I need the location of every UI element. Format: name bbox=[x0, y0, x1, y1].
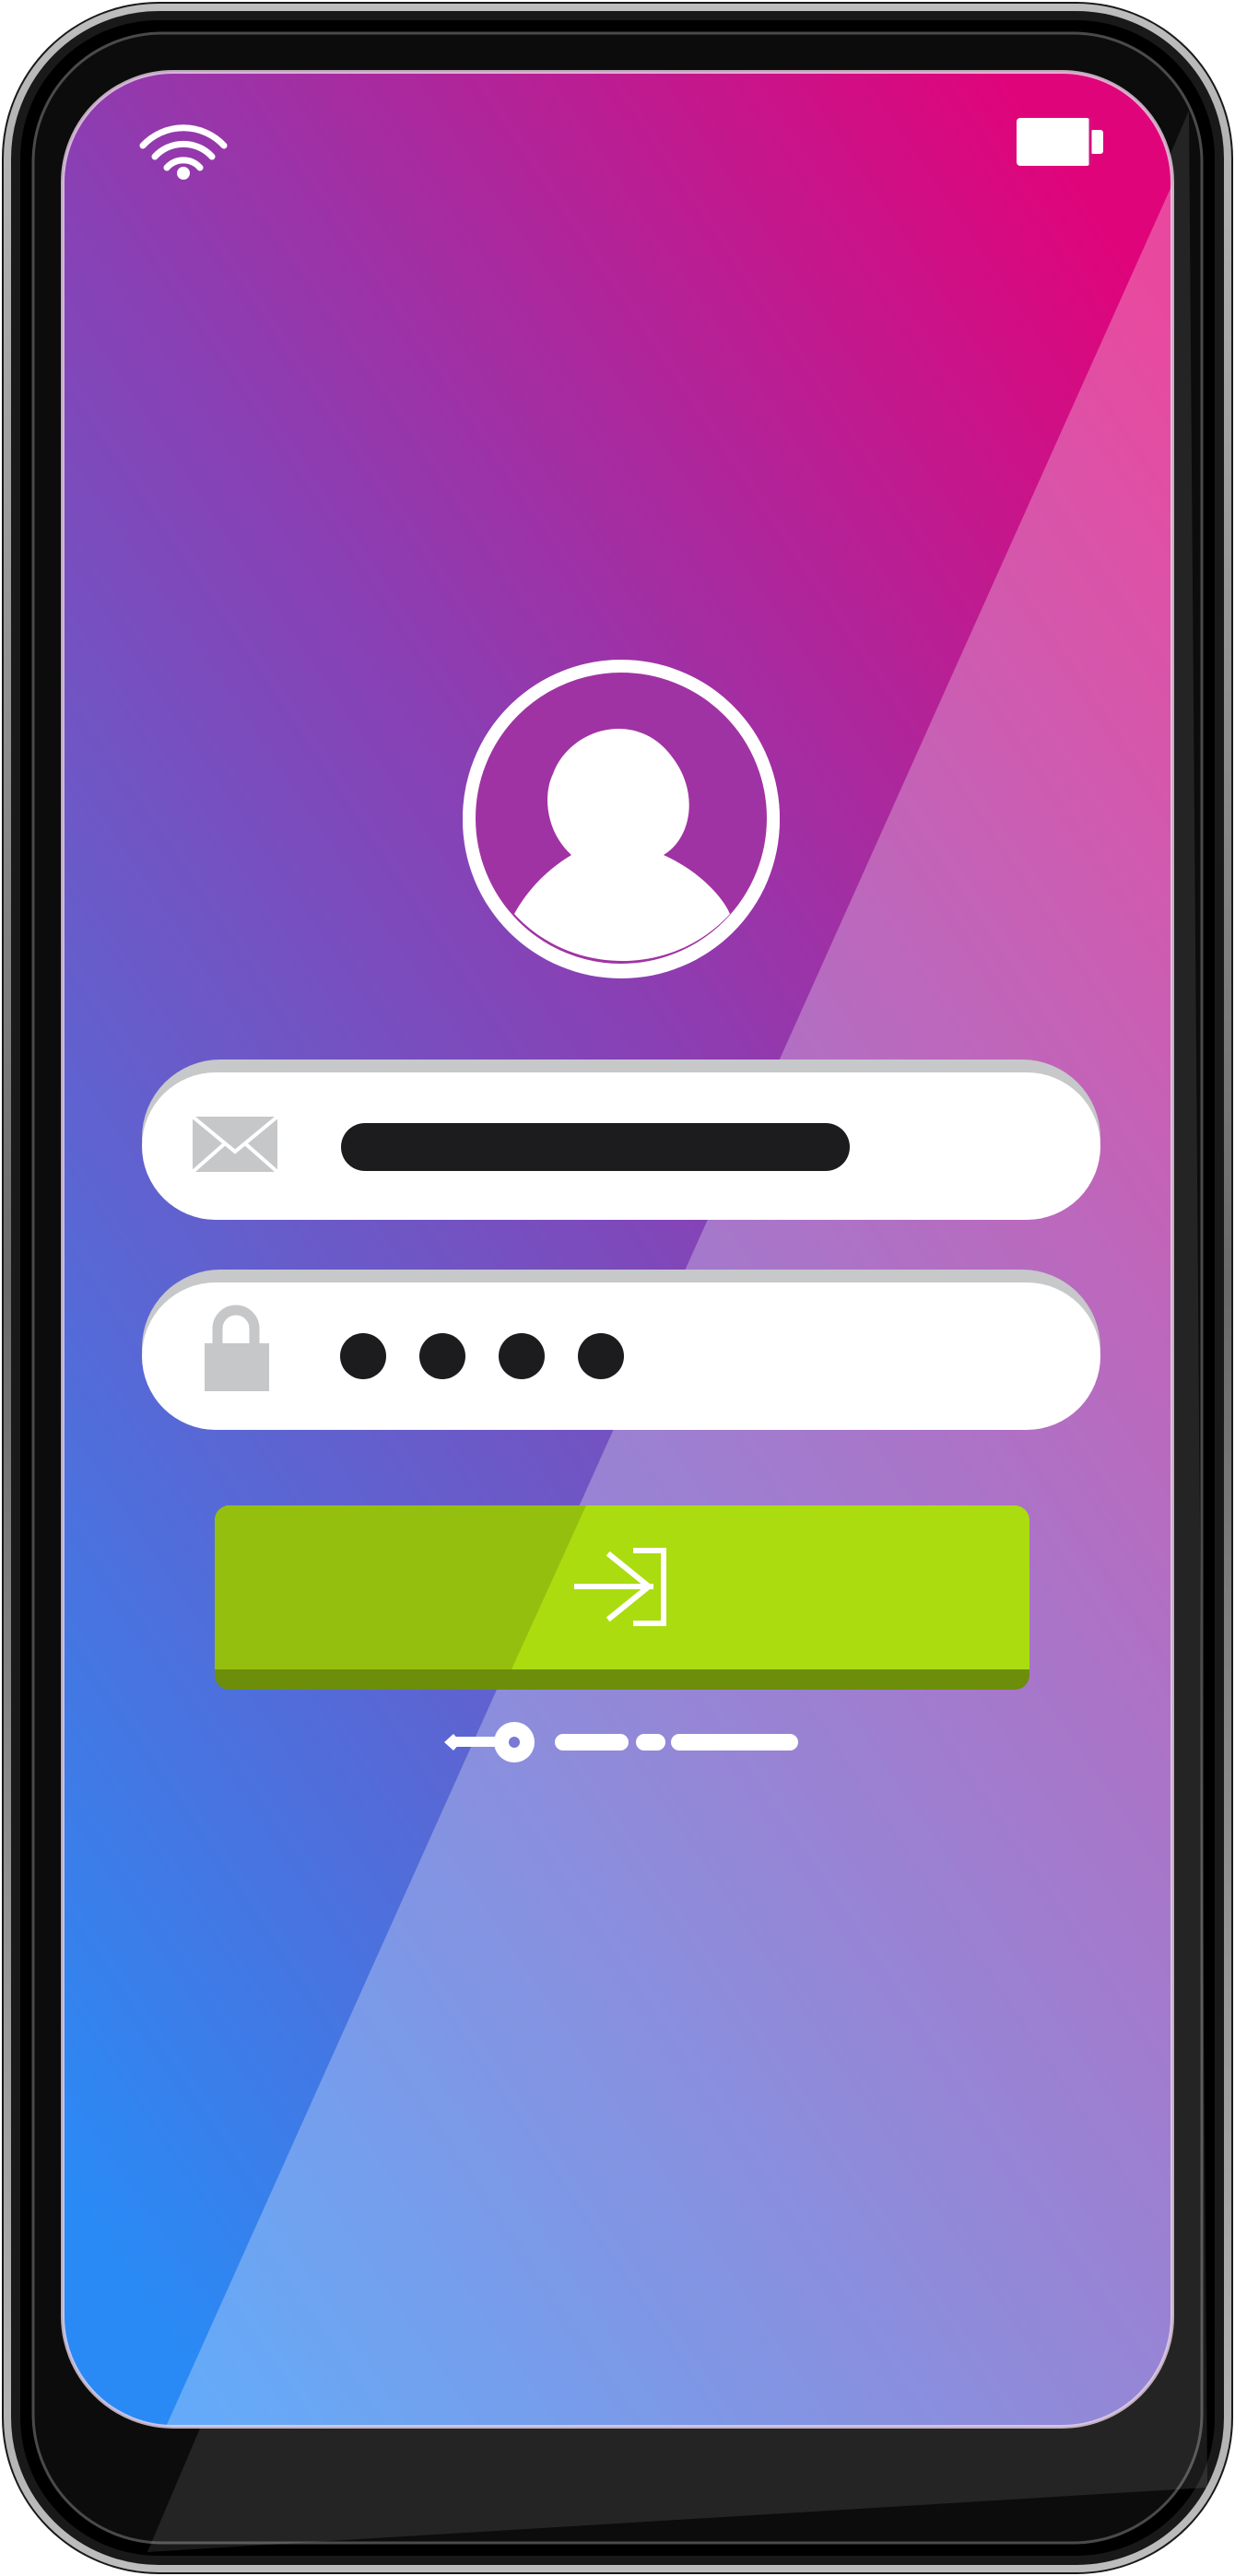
email-input[interactable] bbox=[142, 1060, 1100, 1220]
battery-status bbox=[1014, 115, 1106, 170]
sign-in-button[interactable] bbox=[215, 1505, 1029, 1690]
password-input[interactable] bbox=[142, 1270, 1100, 1430]
wifi-status bbox=[138, 115, 230, 181]
phone-mockup bbox=[0, 0, 1235, 2576]
avatar[interactable] bbox=[463, 662, 780, 978]
screen bbox=[63, 72, 1172, 2427]
forgot-password-button[interactable] bbox=[441, 1717, 802, 1767]
